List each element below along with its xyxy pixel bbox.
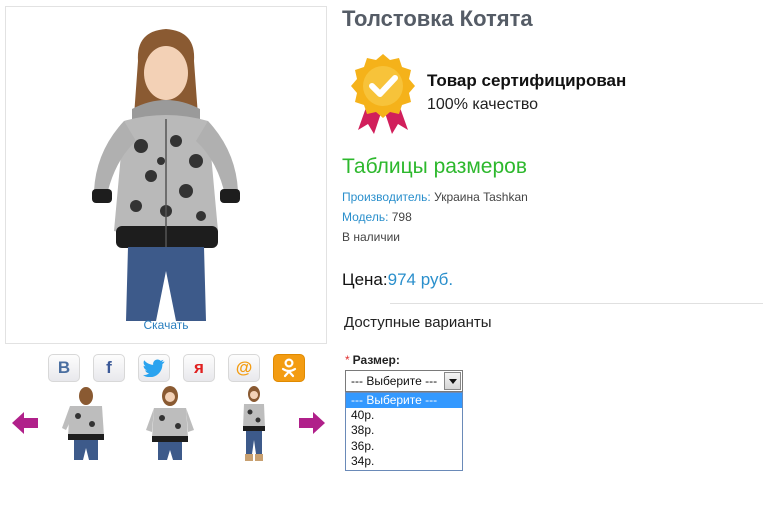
social-share-bar: В f я @ bbox=[48, 354, 305, 382]
size-dropdown-list: --- Выберите --- 40р. 38р. 36р. 34р. bbox=[345, 392, 463, 471]
thumbnail-carousel bbox=[12, 384, 327, 464]
odnoklassniki-icon bbox=[281, 358, 297, 378]
thumbnail-3[interactable] bbox=[224, 384, 284, 462]
mailru-icon: @ bbox=[235, 358, 253, 377]
size-select[interactable]: --- Выберите --- bbox=[345, 370, 463, 392]
yaru-icon: я bbox=[194, 358, 204, 377]
stock-status: В наличии bbox=[342, 230, 401, 244]
vkontakte-share-button[interactable]: В bbox=[48, 354, 80, 382]
size-option[interactable]: 40р. bbox=[346, 408, 462, 423]
main-product-image-frame[interactable]: Скачать bbox=[5, 6, 327, 344]
carousel-prev-arrow-icon[interactable] bbox=[12, 412, 38, 434]
size-label: * Размер: bbox=[345, 353, 400, 367]
size-option[interactable]: 36р. bbox=[346, 439, 462, 454]
variants-heading: Доступные варианты bbox=[344, 314, 492, 331]
product-title: Толстовка Котята bbox=[342, 6, 533, 31]
size-label-text: Размер: bbox=[352, 353, 400, 367]
size-select-value: --- Выберите --- bbox=[351, 374, 438, 388]
model-label: Модель: bbox=[342, 210, 389, 224]
vkontakte-icon: В bbox=[57, 358, 71, 377]
manufacturer-value: Украина Tashkan bbox=[434, 190, 528, 204]
certificate-subtitle: 100% качество bbox=[427, 96, 539, 113]
size-option[interactable]: 34р. bbox=[346, 454, 462, 469]
price-label: Цена: bbox=[342, 270, 388, 289]
size-table-link[interactable]: Таблицы размеров bbox=[342, 155, 527, 179]
twitter-share-button[interactable] bbox=[138, 354, 170, 382]
odnoklassniki-share-button[interactable] bbox=[273, 354, 305, 382]
model-value: 798 bbox=[391, 210, 412, 224]
facebook-share-button[interactable]: f bbox=[93, 354, 125, 382]
twitter-icon bbox=[143, 359, 165, 377]
divider bbox=[390, 303, 763, 304]
manufacturer-label[interactable]: Производитель: bbox=[342, 190, 431, 204]
size-option[interactable]: 38р. bbox=[346, 423, 462, 438]
price-value: 974 руб. bbox=[387, 270, 454, 289]
price: Цена:974 руб. bbox=[342, 270, 453, 290]
mailru-share-button[interactable]: @ bbox=[228, 354, 260, 382]
yaru-share-button[interactable]: я bbox=[183, 354, 215, 382]
thumbnail-1[interactable] bbox=[56, 384, 116, 462]
size-option[interactable]: --- Выберите --- bbox=[346, 393, 462, 409]
main-product-photo[interactable] bbox=[66, 21, 266, 321]
manufacturer-row: Производитель: Украина Tashkan bbox=[342, 190, 528, 204]
chevron-down-icon[interactable] bbox=[444, 372, 461, 390]
required-mark: * bbox=[345, 353, 350, 367]
facebook-icon: f bbox=[106, 358, 112, 377]
download-link[interactable]: Скачать bbox=[6, 318, 326, 332]
carousel-next-arrow-icon[interactable] bbox=[299, 412, 325, 434]
thumbnail-2[interactable] bbox=[140, 384, 200, 462]
certificate-title: Товар сертифицирован bbox=[427, 71, 627, 90]
certificate-checkmark-ribbon-icon bbox=[351, 54, 415, 134]
model-row: Модель: 798 bbox=[342, 210, 412, 224]
